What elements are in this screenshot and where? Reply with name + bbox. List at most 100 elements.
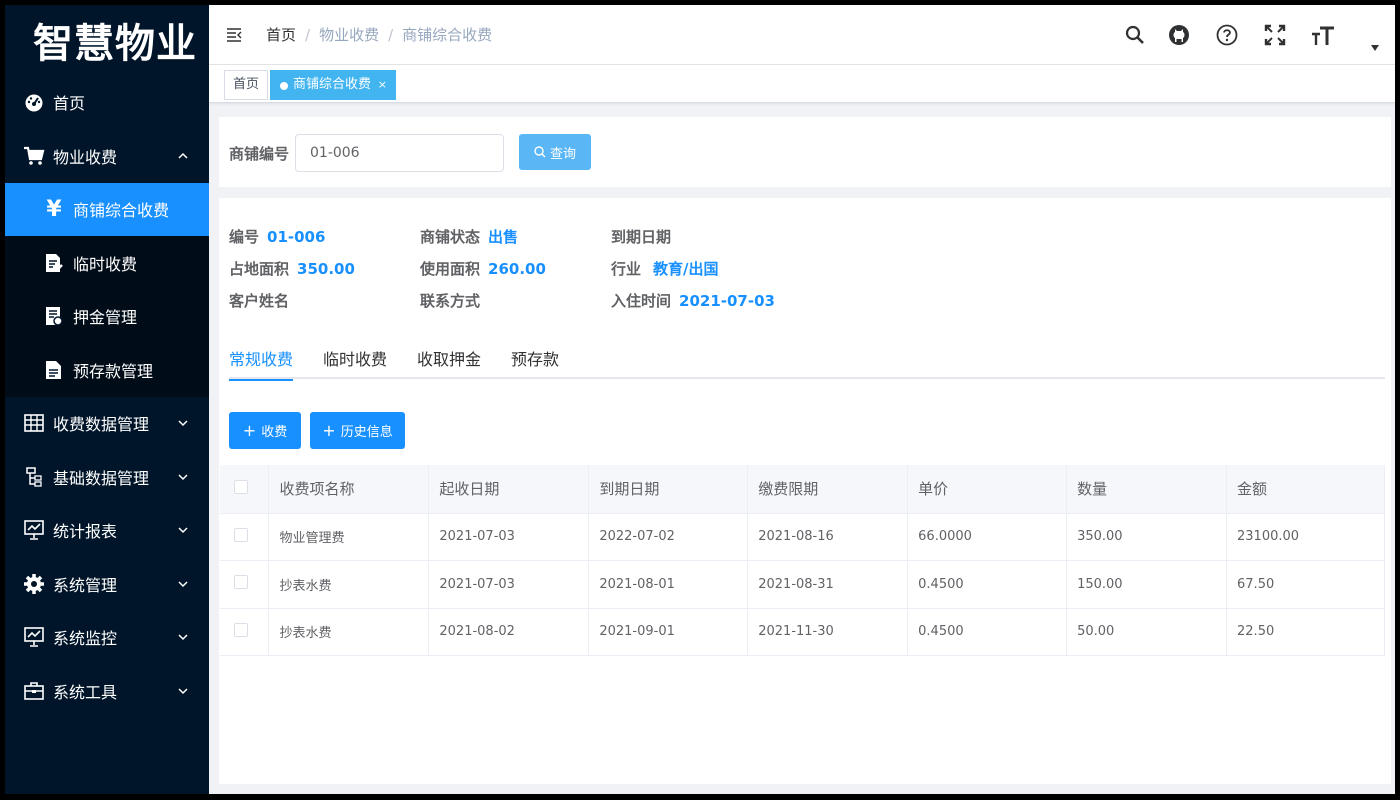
github-icon[interactable]: [1167, 23, 1191, 47]
sidebar-item-shop-fees[interactable]: ¥ 商铺综合收费: [5, 182, 209, 236]
breadcrumb-item-shop-fees: 商铺综合收费: [402, 26, 493, 44]
sidebar-item-tools[interactable]: 系统工具: [5, 664, 209, 718]
document-icon: [43, 359, 65, 381]
monitor-icon: [23, 626, 45, 648]
sidebar-item-label: 系统管理: [53, 575, 118, 595]
info-value: 260.00: [488, 260, 546, 278]
info-checkin: 入住时间 2021-07-03: [611, 290, 775, 311]
chevron-down-icon: [178, 634, 188, 641]
sidebar-item-label: 临时收费: [73, 254, 138, 274]
sidebar-item-temp-fees[interactable]: 临时收费: [5, 236, 209, 290]
sidebar: 智慧物业 首页 物业收费 ¥ 商铺综合收费 临时收费 押金管理 预存款管理 收费…: [5, 5, 209, 794]
search-panel: 商铺编号 01-006 查询: [219, 117, 1391, 187]
plus-icon: +: [242, 421, 257, 440]
table-row[interactable]: 物业管理费 2021-07-03 2022-07-02 2021-08-16 6…: [220, 513, 1385, 561]
caret-down-icon[interactable]: [1371, 45, 1379, 51]
sidebar-item-label: 统计报表: [53, 522, 118, 542]
sidebar-item-reports[interactable]: 统计报表: [5, 504, 209, 558]
sidebar-item-system[interactable]: 系统管理: [5, 557, 209, 611]
column-header: 缴费限期: [747, 465, 909, 514]
chevron-up-icon: [178, 152, 188, 159]
shop-number-input[interactable]: 01-006: [295, 134, 504, 172]
tab-temp-fees[interactable]: 临时收费: [323, 346, 387, 379]
breadcrumb-separator: /: [388, 25, 394, 44]
tab-prepaid[interactable]: 预存款: [511, 346, 559, 379]
info-customer: 客户姓名: [229, 290, 297, 311]
chevron-down-icon: [178, 581, 188, 587]
table-cell: 2021-08-02: [428, 608, 590, 656]
fullscreen-icon[interactable]: [1263, 23, 1287, 47]
header-tools: [1103, 23, 1335, 47]
table-cell: 2021-07-03: [428, 513, 590, 561]
query-button[interactable]: 查询: [519, 134, 591, 170]
tab-regular-fees[interactable]: 常规收费: [229, 346, 294, 381]
sidebar-item-label: 首页: [53, 94, 86, 113]
column-header: 收费项名称: [268, 465, 430, 514]
info-label: 联系方式: [420, 292, 481, 310]
font-size-icon[interactable]: [1311, 23, 1335, 47]
select-all-cell: [220, 465, 270, 514]
app-frame: 智慧物业 首页 物业收费 ¥ 商铺综合收费 临时收费 押金管理 预存款管理 收费…: [5, 5, 1395, 794]
table-header-row: 收费项名称 起收日期 到期日期 缴费限期 单价 数量 金额: [220, 465, 1385, 514]
toolbox-icon: [23, 680, 45, 702]
shop-number-label: 商铺编号: [229, 145, 290, 163]
table-cell: 66.0000: [907, 513, 1068, 561]
edit-doc-icon: [43, 252, 65, 274]
shop-detail-panel: 编号 01-006 商铺状态 出售 到期日期 占地面积 350.00 使用面积 260.…: [219, 198, 1391, 784]
breadcrumb: 首页 / 物业收费 / 商铺综合收费: [266, 24, 492, 45]
info-value: 教育/出国: [653, 260, 719, 278]
chart-icon: [23, 519, 45, 541]
charge-button[interactable]: + 收费: [229, 412, 301, 449]
sidebar-item-property-fees[interactable]: 物业收费: [5, 129, 209, 183]
sidebar-submenu: ¥ 商铺综合收费 临时收费 押金管理 预存款管理: [5, 182, 209, 397]
fee-tabs: 常规收费 临时收费 收取押金 预存款: [229, 338, 1385, 381]
info-label: 商铺状态: [420, 228, 481, 246]
row-checkbox[interactable]: [234, 622, 248, 637]
sidebar-item-base-data[interactable]: 基础数据管理: [5, 450, 209, 504]
row-select-cell: [220, 513, 270, 561]
sidebar-item-label: 系统工具: [53, 682, 118, 702]
sidebar-item-label: 预存款管理: [73, 361, 154, 381]
info-value: 350.00: [297, 260, 355, 278]
info-industry: 行业 教育/出国: [611, 258, 719, 279]
sidebar-item-fee-data[interactable]: 收费数据管理: [5, 397, 209, 451]
sidebar-item-monitor[interactable]: 系统监控: [5, 611, 209, 665]
sidebar-item-label: 商铺综合收费: [73, 201, 170, 221]
select-all-checkbox[interactable]: [234, 479, 248, 494]
chevron-down-icon: [178, 420, 188, 427]
sidebar-item-home[interactable]: 首页: [5, 75, 209, 129]
info-status: 商铺状态 出售: [420, 226, 518, 247]
plus-icon: +: [322, 421, 336, 440]
tab-deposit[interactable]: 收取押金: [417, 346, 481, 379]
history-button-label: 历史信息: [340, 425, 393, 440]
menu-toggle-icon[interactable]: [226, 27, 242, 43]
table-cell: 23100.00: [1226, 513, 1385, 561]
chevron-down-icon: [178, 688, 188, 694]
sidebar-item-label: 押金管理: [73, 308, 138, 328]
tag-home[interactable]: 首页: [224, 70, 269, 100]
row-checkbox[interactable]: [234, 575, 248, 590]
history-button[interactable]: + 历史信息: [310, 412, 405, 449]
table-cell: 2021-08-01: [588, 560, 749, 609]
table-cell: 0.4500: [907, 560, 1068, 609]
help-icon[interactable]: [1215, 23, 1239, 47]
dashboard-icon: [23, 91, 45, 113]
info-label: 使用面积: [420, 260, 481, 278]
table-row[interactable]: 抄表水费 2021-08-02 2021-09-01 2021-11-30 0.…: [220, 608, 1385, 656]
table-cell: 物业管理费: [268, 513, 430, 561]
tag-shop-fees[interactable]: 商铺综合收费 ×: [270, 70, 397, 100]
search-icon[interactable]: [1123, 23, 1147, 47]
column-header: 金额: [1226, 465, 1385, 514]
info-area: 占地面积 350.00: [229, 258, 355, 279]
top-navbar: 首页 / 物业收费 / 商铺综合收费: [209, 5, 1395, 65]
row-checkbox[interactable]: [234, 527, 248, 542]
yen-icon: ¥: [46, 196, 62, 222]
close-icon[interactable]: ×: [378, 71, 387, 99]
info-label: 占地面积: [229, 260, 290, 278]
table-row[interactable]: 抄表水费 2021-07-03 2021-08-01 2021-08-31 0.…: [220, 560, 1385, 609]
breadcrumb-item-home[interactable]: 首页: [266, 24, 296, 45]
info-label: 编号: [229, 228, 260, 246]
sidebar-item-prepaid[interactable]: 预存款管理: [5, 343, 209, 397]
table-cell: 22.50: [1226, 608, 1385, 656]
sidebar-item-deposit[interactable]: 押金管理: [5, 290, 209, 344]
